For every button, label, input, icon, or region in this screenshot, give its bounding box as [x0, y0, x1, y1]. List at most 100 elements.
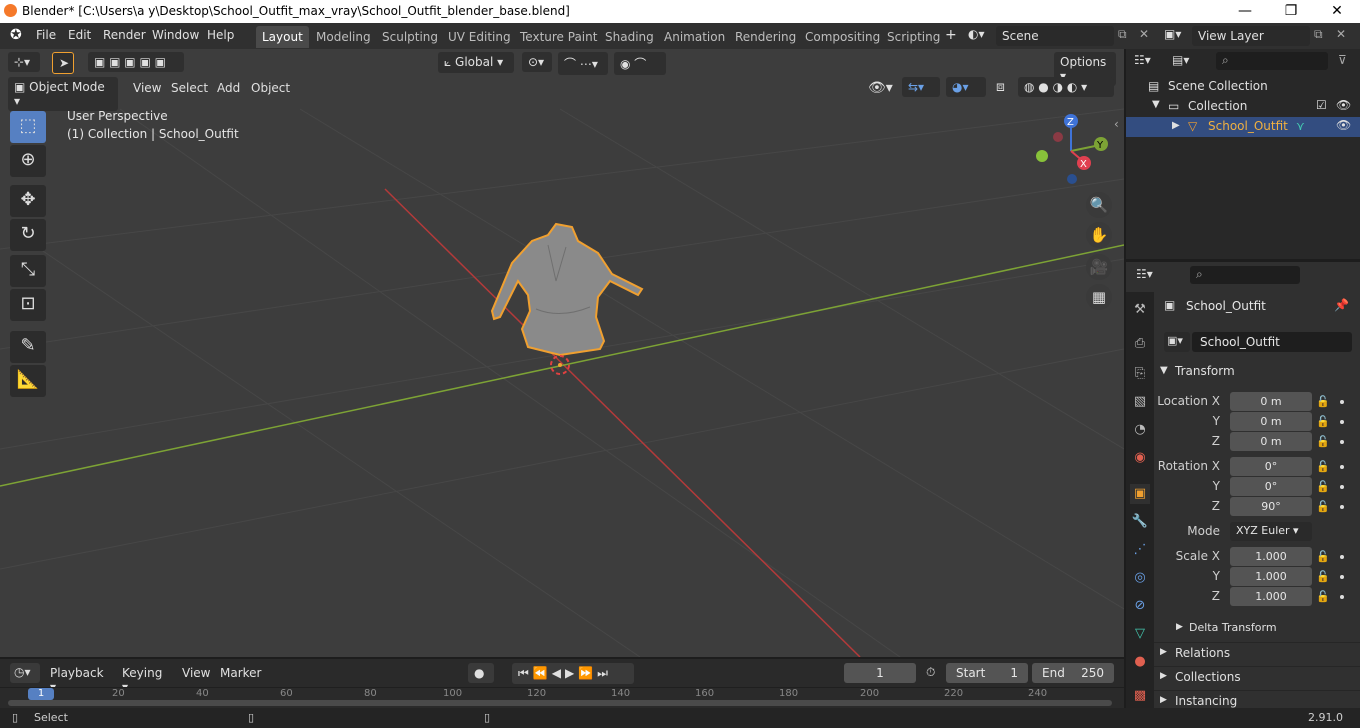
outliner-filter-icon[interactable]: ⊽ — [1338, 53, 1347, 67]
school-outfit-mesh[interactable] — [490, 222, 644, 357]
scale-y-field[interactable]: 1.000 — [1230, 567, 1312, 586]
rotation-mode-dropdown[interactable]: XYZ Euler ▾ — [1230, 522, 1312, 541]
scale-z-field[interactable]: 1.000 — [1230, 587, 1312, 606]
world-tab-icon[interactable]: ◉ — [1130, 448, 1150, 468]
add-workspace-button[interactable]: + — [945, 27, 957, 43]
modifier-tab-icon[interactable]: 🔧 — [1130, 512, 1150, 532]
minimize-button[interactable]: — — [1222, 0, 1268, 23]
keyframe-dot-icon[interactable] — [1340, 400, 1344, 404]
maximize-button[interactable]: ❐ — [1268, 0, 1314, 23]
object-browse-dropdown[interactable]: ▣▾ — [1164, 332, 1190, 352]
menu-window[interactable]: Window — [152, 28, 199, 42]
snap-toggle[interactable]: ⌒ ⋯▾ — [558, 52, 608, 75]
keyframe-dot-icon[interactable] — [1340, 555, 1344, 559]
keyframe-dot-icon[interactable] — [1340, 595, 1344, 599]
mode-dropdown[interactable]: ▣ Object Mode ▾ — [8, 77, 118, 111]
timeline-editor-type-icon[interactable]: ◷▾ — [10, 663, 40, 683]
select-mode-buttons[interactable]: ▣ ▣ ▣ ▣ ▣ — [88, 52, 184, 72]
location-x-field[interactable]: 0 m — [1230, 392, 1312, 411]
lock-icon[interactable]: 🔓 — [1316, 590, 1330, 603]
viewport-menu-view[interactable]: View — [133, 81, 161, 95]
transform-section-header[interactable]: ▼ Transform — [1154, 362, 1360, 384]
outliner-search-input[interactable]: ⌕ — [1216, 52, 1328, 70]
timeline-menu-marker[interactable]: Marker — [220, 666, 261, 680]
lock-icon[interactable]: 🔓 — [1316, 395, 1330, 408]
lock-icon[interactable]: 🔓 — [1316, 415, 1330, 428]
menu-render[interactable]: Render — [103, 28, 146, 42]
mesh-data-icon[interactable]: ⋎ — [1296, 119, 1305, 133]
tab-compositing[interactable]: Compositing — [799, 26, 886, 48]
tab-rendering[interactable]: Rendering — [729, 26, 802, 48]
keyframe-dot-icon[interactable] — [1340, 505, 1344, 509]
relations-header[interactable]: ▶ Relations — [1154, 642, 1360, 664]
lock-icon[interactable]: 🔓 — [1316, 550, 1330, 563]
tab-layout[interactable]: Layout — [256, 26, 309, 48]
tab-modeling[interactable]: Modeling — [310, 26, 377, 48]
3d-viewport[interactable]: Z Y X ⊹▾ ➤ ▣ ▣ ▣ ▣ ▣ ⟀ Global ▾ ⊙▾ ⌒ ⋯▾ … — [0, 49, 1124, 657]
shading-mode-buttons[interactable]: ◍ ● ◑ ◐ ▾ — [1018, 77, 1114, 97]
visibility-eye-icon[interactable]: 👁▾ — [868, 80, 893, 96]
viewport-menu-object[interactable]: Object — [251, 81, 290, 95]
end-frame-field[interactable]: End 250 — [1032, 663, 1114, 683]
tab-texture-paint[interactable]: Texture Paint — [514, 26, 603, 48]
pin-icon[interactable]: 📌 — [1334, 298, 1349, 312]
current-frame-field[interactable]: 1 — [844, 663, 916, 683]
delta-transform-header[interactable]: ▶ Delta Transform — [1154, 618, 1360, 640]
clock-icon[interactable]: ⏱ — [926, 665, 935, 680]
keyframe-dot-icon[interactable] — [1340, 575, 1344, 579]
outliner-row-scene-collection[interactable]: ▤ Scene Collection — [1126, 77, 1360, 97]
menu-help[interactable]: Help — [207, 28, 234, 42]
rotate-tool-icon[interactable]: ↻ — [10, 219, 46, 251]
lock-icon[interactable]: 🔓 — [1316, 480, 1330, 493]
menu-edit[interactable]: Edit — [68, 28, 91, 42]
view-layer-tab-icon[interactable]: ▧ — [1130, 392, 1150, 412]
scene-copy-icon[interactable]: ⧉ — [1118, 27, 1127, 42]
scale-x-field[interactable]: 1.000 — [1230, 547, 1312, 566]
xray-toggle-icon[interactable]: ⧈ — [996, 79, 1005, 95]
navigation-gizmo[interactable]: Z Y X — [1036, 114, 1108, 184]
tab-shading[interactable]: Shading — [599, 26, 660, 48]
playback-controls[interactable]: ⏮⏪◀▶⏩⏭ — [512, 663, 634, 684]
pivot-point-dropdown[interactable]: ⊙▾ — [522, 52, 552, 72]
object-name-field[interactable]: School_Outfit — [1192, 332, 1352, 352]
select-box-tool-icon[interactable]: ⬚ — [10, 111, 46, 143]
rotation-x-field[interactable]: 0° — [1230, 457, 1312, 476]
eye-visibility-icon[interactable]: 👁 — [1336, 118, 1351, 132]
expand-arrow-icon[interactable]: ▶ — [1172, 120, 1180, 131]
playhead[interactable]: 1 — [28, 688, 54, 700]
location-z-field[interactable]: 0 m — [1230, 432, 1312, 451]
editor-type-button[interactable]: ⊹▾ — [8, 52, 40, 72]
annotate-tool-icon[interactable]: ✎ — [10, 331, 46, 363]
lock-icon[interactable]: 🔓 — [1316, 570, 1330, 583]
start-frame-field[interactable]: Start 1 — [946, 663, 1028, 683]
tab-scripting[interactable]: Scripting — [881, 26, 946, 48]
blender-menu-icon[interactable]: ✪ — [10, 27, 22, 43]
properties-search-input[interactable]: ⌕ — [1190, 266, 1300, 284]
viewport-menu-add[interactable]: Add — [217, 81, 240, 95]
timeline-menu-view[interactable]: View — [182, 666, 210, 680]
tab-sculpting[interactable]: Sculpting — [376, 26, 444, 48]
outliner-display-mode-icon[interactable]: ▤▾ — [1172, 53, 1189, 67]
proportional-edit-toggle[interactable]: ◉ ⌒ — [614, 52, 666, 75]
lock-icon[interactable]: 🔓 — [1316, 500, 1330, 513]
expand-arrow-icon[interactable]: ▼ — [1152, 99, 1160, 110]
object-tab-icon[interactable]: ▣ — [1130, 484, 1150, 504]
transform-tool-icon[interactable]: ⊡ — [10, 289, 46, 321]
gizmo-toggle-icon[interactable]: ⇆▾ — [902, 77, 940, 97]
output-tab-icon[interactable]: ⎘ — [1130, 364, 1150, 384]
checkbox-icon[interactable]: ☑ — [1316, 98, 1327, 112]
timeline-ruler[interactable]: 1 20 40 60 80 100 120 140 160 180 200 22… — [0, 687, 1124, 708]
scale-tool-icon[interactable]: ⤡ — [10, 255, 46, 287]
particles-tab-icon[interactable]: ⋰ — [1130, 540, 1150, 560]
scene-icon[interactable]: ◐▾ — [968, 27, 985, 41]
lock-icon[interactable]: 🔓 — [1316, 435, 1330, 448]
view-layer-field[interactable]: View Layer — [1192, 26, 1310, 46]
collections-header[interactable]: ▶ Collections — [1154, 666, 1360, 688]
sidebar-expand-icon[interactable]: ‹ — [1114, 117, 1119, 131]
outliner-row-collection[interactable]: ▼ ▭ Collection ☑ 👁 — [1126, 97, 1360, 117]
keyframe-dot-icon[interactable] — [1340, 465, 1344, 469]
menu-file[interactable]: File — [36, 28, 56, 42]
outliner-row-school-outfit[interactable]: ▶ ▽ School_Outfit ⋎ 👁 — [1126, 117, 1360, 137]
data-tab-icon[interactable]: ▽ — [1130, 624, 1150, 644]
perspective-grid-icon[interactable]: ▦ — [1086, 284, 1112, 310]
